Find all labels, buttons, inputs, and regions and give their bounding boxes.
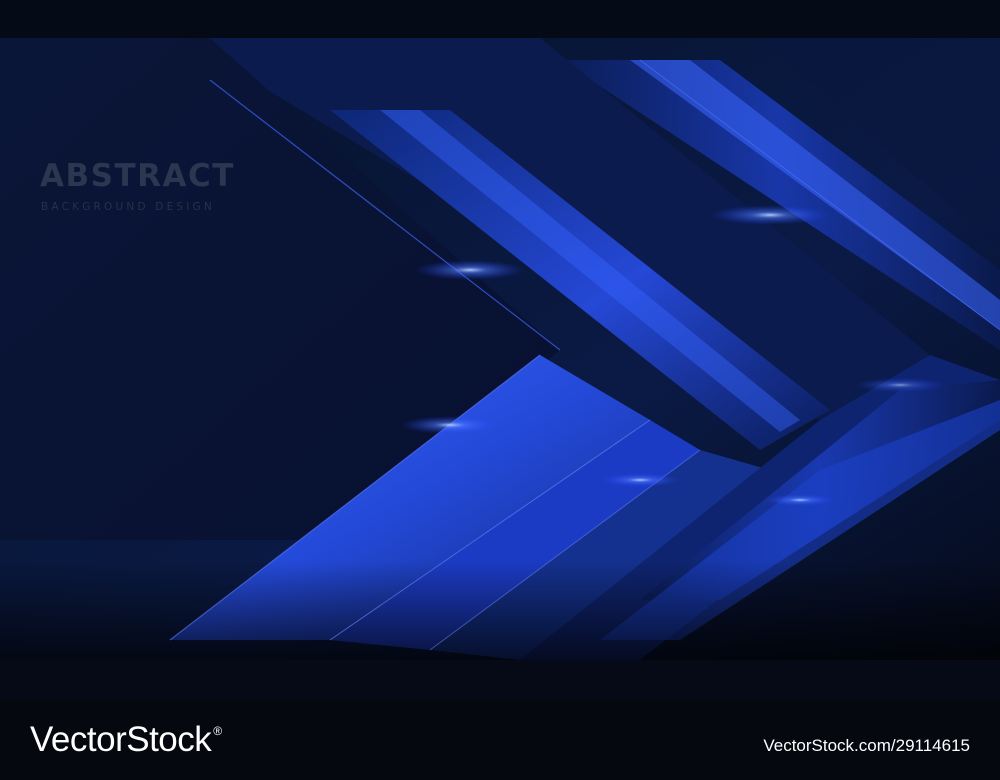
abstract-artwork: ABSTRACT BACKGROUND DESIGN — [0, 0, 1000, 700]
artwork-title: ABSTRACT — [40, 158, 235, 194]
artwork-subtitle: BACKGROUND DESIGN — [41, 201, 215, 213]
registered-mark: ® — [213, 724, 222, 738]
asset-id-text: VectorStock.com/29114615 — [763, 736, 970, 755]
vectorstock-logo: VectorStock ® — [30, 720, 222, 760]
brand-name: VectorStock — [30, 720, 212, 759]
abstract-layers-graphic — [0, 0, 1000, 700]
stock-image-page: ABSTRACT BACKGROUND DESIGN VectorStock ® … — [0, 0, 1000, 780]
watermark-footer: VectorStock ® VectorStock.com/29114615 — [0, 700, 1000, 780]
